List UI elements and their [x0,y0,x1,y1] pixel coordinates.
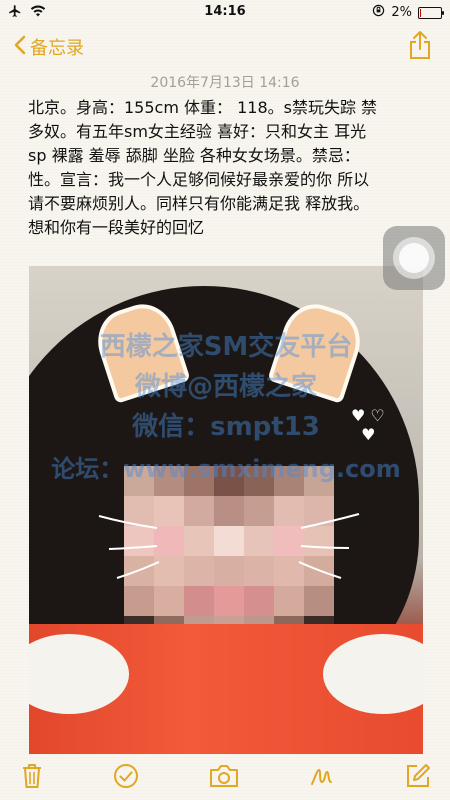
rotation-lock-icon [372,4,385,21]
back-label: 备忘录 [30,38,84,59]
compose-icon [404,762,432,794]
note-body[interactable]: 北京。身高：155cm 体重： 118。s禁玩失踪 禁 多奴。有五年sm女主经验… [28,96,428,240]
camera-icon [208,763,240,793]
sketch-button[interactable] [306,762,338,794]
assistive-touch-dot [399,243,429,273]
note-line: 想和你有一段美好的回忆 [28,218,205,237]
nav-bar: 备忘录 [0,24,450,68]
camera-button[interactable] [208,762,240,794]
back-button[interactable]: 备忘录 [14,34,84,60]
note-date: 2016年7月13日 14:16 [150,75,300,91]
compose-button[interactable] [402,762,434,794]
checkmark-icon [112,762,140,794]
note-line: 性。宣言：我一个人足够伺候好最亲爱的你 所以 [28,170,370,189]
battery-icon [418,6,444,19]
watermark-line: 西檬之家SM交友平台 [99,332,353,362]
trash-icon [20,762,44,794]
status-bar: 14:16 2% [0,0,450,24]
watermark-line: 微博@西檬之家 [134,372,317,402]
note-line: 北京。身高：155cm 体重： 118。s禁玩失踪 禁 [28,98,378,117]
checklist-button[interactable] [110,762,142,794]
note-photo[interactable]: ♥ ♡ ♥ 西檬之家SM交友平台 微博@西檬之家 微信：smpt13 论坛：ww… [29,266,423,754]
share-button[interactable] [408,30,432,64]
note-line: 多奴。有五年sm女主经验 喜好：只和女主 耳光 [28,122,367,141]
battery-percent: 2% [391,5,412,20]
note-line: 请不要麻烦别人。同样只有你能满足我 释放我。 [28,194,370,213]
note-line: sp 裸露 羞辱 舔脚 坐脸 各种女女场景。禁忌： [28,146,360,165]
delete-button[interactable] [16,762,48,794]
sketch-icon [308,762,336,794]
share-icon [408,31,432,64]
chevron-left-icon [14,35,26,60]
watermark-line: 微信：smpt13 [132,412,320,442]
watermark-line: 论坛：www.smximeng.com [51,455,401,483]
bottom-toolbar [0,758,450,800]
assistive-touch-button[interactable] [383,226,445,290]
battery-fill [420,8,421,17]
